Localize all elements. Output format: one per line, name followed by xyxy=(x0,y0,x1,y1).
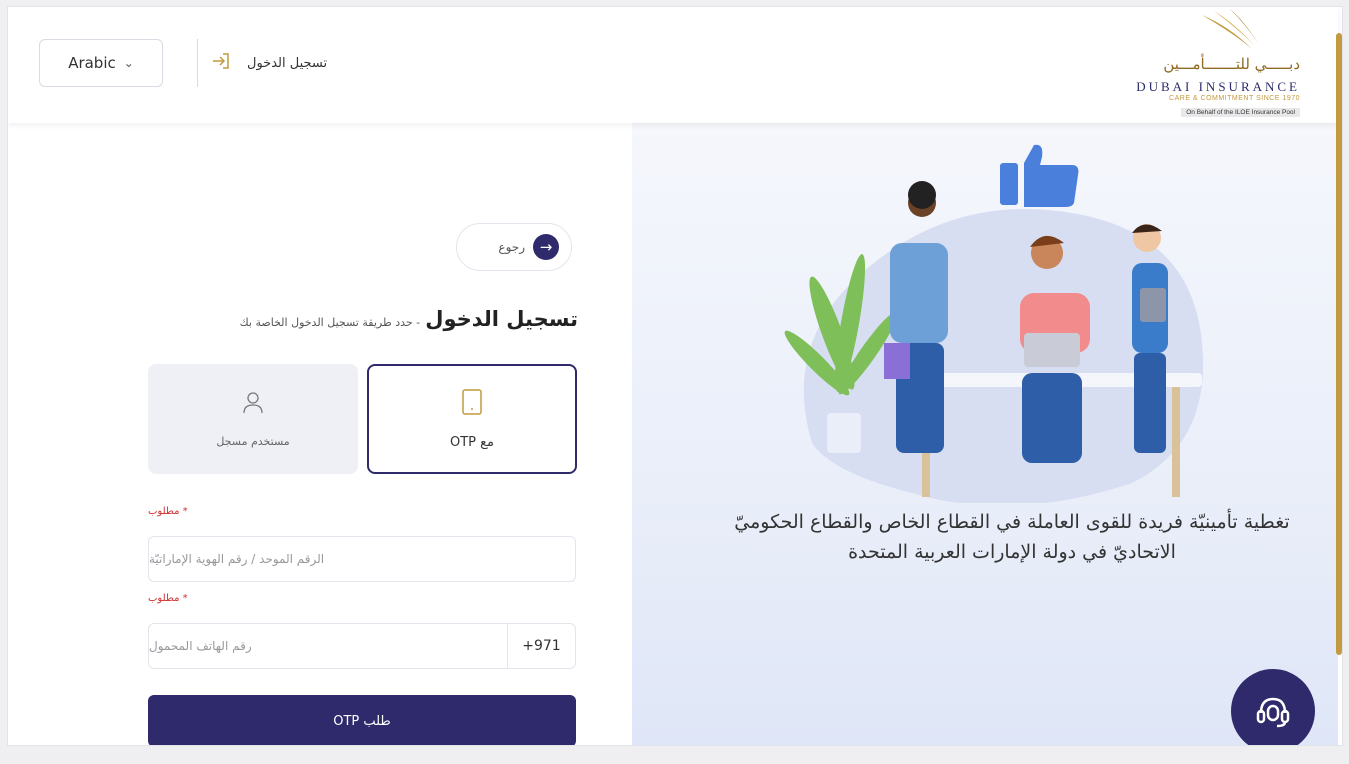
phone-input-group: +971 رقم الهاتف المحمول xyxy=(148,623,576,669)
page-title: تسجيل الدخول xyxy=(425,307,578,331)
user-icon xyxy=(243,391,263,413)
heading-dash: - xyxy=(412,316,421,329)
header-divider xyxy=(197,39,198,87)
language-select[interactable]: Arabic ⌄ xyxy=(39,39,163,87)
top-header: Arabic ⌄ تسجيل الدخول دبـــــي للتــــــ… xyxy=(8,7,1338,123)
logo-english: DUBAI INSURANCE xyxy=(1136,79,1300,94)
login-link-label: تسجيل الدخول xyxy=(247,55,328,71)
promo-tagline: تغطية تأمينيّة فريدة للقوى العاملة في ال… xyxy=(734,511,1290,563)
logo-pool-badge: On Behalf of the ILOE Insurance Pool xyxy=(1181,108,1300,117)
support-chat-button[interactable] xyxy=(1231,669,1315,745)
login-link[interactable]: تسجيل الدخول xyxy=(211,51,327,75)
back-label: رجوع xyxy=(498,240,525,254)
scrollbar[interactable] xyxy=(1336,33,1342,655)
arrow-right-icon: → xyxy=(533,234,559,260)
tablet-icon xyxy=(462,388,482,415)
logo-tagline: CARE & COMMITMENT SINCE 1970 xyxy=(1169,95,1300,102)
id-required-label: * مطلوب xyxy=(148,506,188,517)
registered-user-option[interactable]: مستخدم مسجل xyxy=(148,364,358,474)
promo-panel: تغطية تأمينيّة فريدة للقوى العاملة في ال… xyxy=(632,123,1338,745)
otp-option-label: مع OTP xyxy=(449,434,495,450)
teamwork-illustration xyxy=(784,144,1204,503)
mobile-placeholder: رقم الهاتف المحمول xyxy=(149,639,252,653)
sign-in-icon xyxy=(211,52,231,74)
country-code[interactable]: +971 xyxy=(507,624,575,668)
page-frame: Arabic ⌄ تسجيل الدخول دبـــــي للتــــــ… xyxy=(7,6,1343,746)
logo-arabic: دبـــــي للتـــــــأمـــين xyxy=(1163,55,1300,73)
phone-required-label: * مطلوب xyxy=(148,593,188,604)
mobile-number-input[interactable]: رقم الهاتف المحمول xyxy=(149,624,507,668)
dubai-insurance-logo[interactable]: دبـــــي للتـــــــأمـــين DUBAI INSURAN… xyxy=(1095,9,1300,121)
back-button[interactable]: رجوع → xyxy=(456,223,572,271)
language-label: Arabic xyxy=(68,54,116,72)
chevron-down-icon: ⌄ xyxy=(123,56,134,70)
request-otp-button[interactable]: طلب OTP xyxy=(148,695,576,745)
login-heading: تسجيل الدخول - حدد طريقة تسجيل الدخول ال… xyxy=(183,307,578,331)
emirates-id-placeholder: الرقم الموحد / رقم الهوية الإماراتيّة xyxy=(149,552,325,566)
registered-option-label: مستخدم مسجل xyxy=(216,434,290,448)
falcon-wing-icon xyxy=(1202,9,1258,49)
login-panel: رجوع → تسجيل الدخول - حدد طريقة تسجيل ال… xyxy=(8,123,632,745)
otp-login-option[interactable]: مع OTP xyxy=(367,364,577,474)
page-subtitle: حدد طريقة تسجيل الدخول الخاصة بك xyxy=(239,316,413,329)
emirates-id-input[interactable]: الرقم الموحد / رقم الهوية الإماراتيّة xyxy=(148,536,576,582)
headset-icon xyxy=(1256,697,1290,728)
